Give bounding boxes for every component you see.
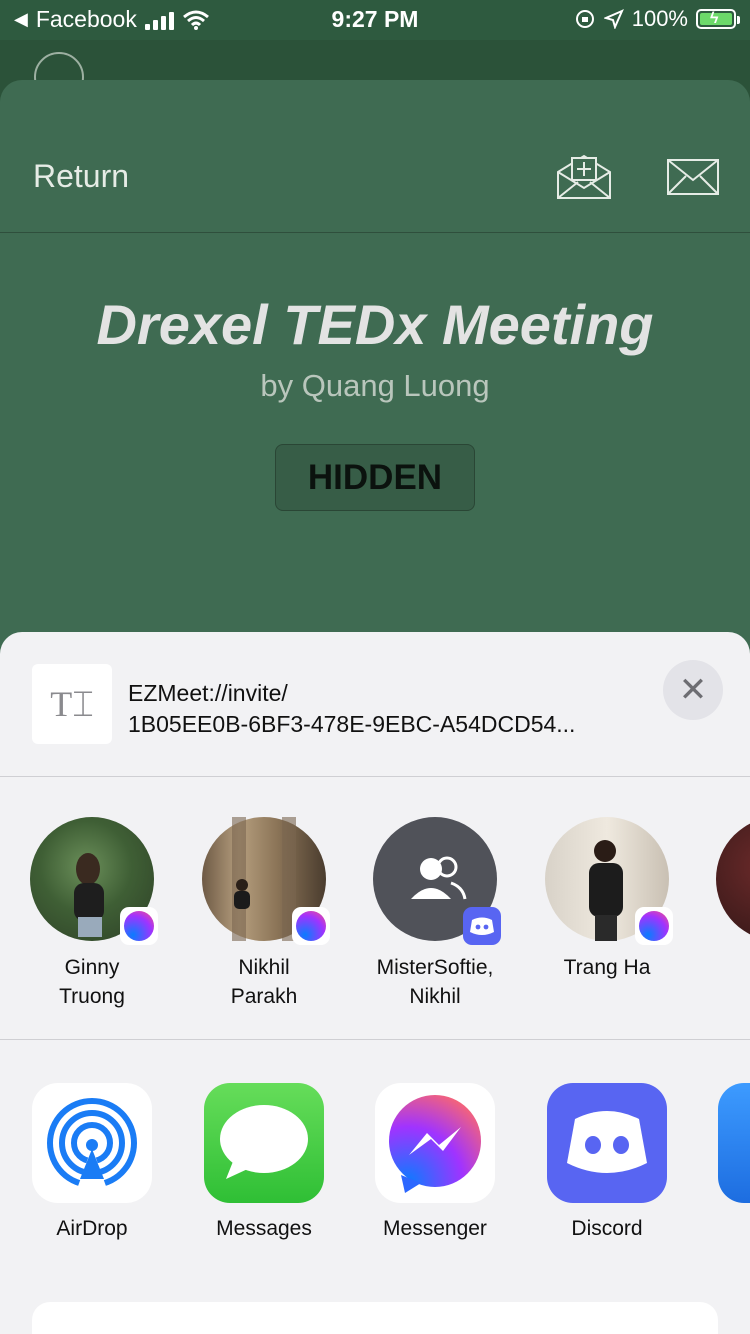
messenger-badge-icon <box>292 907 330 945</box>
share-header: T⌶ EZMeet://invite/ 1B05EE0B-6BF3-478E-9… <box>0 632 750 777</box>
share-apps-row[interactable]: AirDrop Messages Messenger Discord <box>0 1040 750 1334</box>
share-link: EZMeet://invite/ 1B05EE0B-6BF3-478E-9EBC… <box>128 678 628 740</box>
mail-icon[interactable] <box>666 152 722 200</box>
contact-mistersoftie-group[interactable]: MisterSoftie, Nikhil <box>349 817 521 1011</box>
app-label: Fa <box>692 1217 750 1241</box>
app-label: AirDrop <box>56 1217 128 1240</box>
suggested-contacts-row[interactable]: Ginny Truong Nikhil Parakh MisterSoftie,… <box>0 777 750 1040</box>
contact-name-line1: Ginny <box>64 956 120 979</box>
share-sheet: T⌶ EZMeet://invite/ 1B05EE0B-6BF3-478E-9… <box>0 632 750 1334</box>
contact-name-line2: Truong <box>59 985 125 1008</box>
status-bar: ◀ Facebook 9:27 PM 100% ϟ <box>0 0 750 40</box>
app-messages[interactable]: Messages <box>178 1083 350 1241</box>
app-discord[interactable]: Discord <box>521 1083 693 1241</box>
contact-name-line1: MisterSoftie, <box>376 956 494 979</box>
close-button[interactable]: ✕ <box>663 660 723 720</box>
close-icon: ✕ <box>678 671 708 709</box>
messenger-icon <box>375 1083 495 1203</box>
contact-nikhil-parakh[interactable]: Nikhil Parakh <box>178 817 350 1011</box>
contact-ginny-truong[interactable]: Ginny Truong <box>6 817 178 1011</box>
avatar <box>373 817 501 945</box>
meeting-card: Return Drexel TEDx Meeting by Quang Luon… <box>0 80 750 700</box>
actions-card[interactable] <box>32 1302 718 1334</box>
visibility-button[interactable]: HIDDEN <box>275 444 475 511</box>
avatar <box>30 817 158 945</box>
app-airdrop[interactable]: AirDrop <box>6 1083 178 1241</box>
discord-badge-icon <box>463 907 501 945</box>
contact-name-line2: Nikhil <box>409 985 461 1008</box>
location-icon <box>603 9 624 29</box>
contact-name-line1: Trang Ha <box>563 956 651 979</box>
meeting-author: by Quang Luong <box>260 368 490 403</box>
avatar <box>716 817 750 941</box>
app-label: Discord <box>571 1217 643 1240</box>
text-document-icon: T⌶ <box>32 664 112 744</box>
rotation-lock-icon <box>575 10 594 28</box>
avatar <box>545 817 673 945</box>
discord-icon <box>547 1083 667 1203</box>
contact-name-line1: Nikhil <box>238 956 290 979</box>
contact-trang-ha[interactable]: Trang Ha <box>521 817 693 982</box>
battery-percent: 100% <box>631 6 688 31</box>
airdrop-icon <box>32 1083 152 1203</box>
avatar <box>202 817 330 945</box>
return-button[interactable]: Return <box>33 158 129 195</box>
share-link-line1: EZMeet://invite/ <box>128 680 288 706</box>
messenger-badge-icon <box>635 907 673 945</box>
app-messenger[interactable]: Messenger <box>349 1083 521 1241</box>
battery-icon: ϟ <box>696 9 740 29</box>
contact-name-line2: Parakh <box>230 985 298 1008</box>
app-label: Messages <box>216 1217 312 1240</box>
app-label: Messenger <box>383 1217 487 1240</box>
card-header: Return <box>0 80 750 233</box>
app-partial[interactable]: Fa <box>692 1083 750 1241</box>
app-partial-icon <box>718 1083 750 1203</box>
messages-icon <box>204 1083 324 1203</box>
meeting-title: Drexel TEDx Meeting <box>96 293 654 356</box>
contact-partial[interactable] <box>692 817 750 941</box>
status-right: 100% ϟ <box>574 6 740 32</box>
add-invite-mail-icon[interactable] <box>556 152 612 200</box>
share-link-line2: 1B05EE0B-6BF3-478E-9EBC-A54DCD54... <box>128 711 576 737</box>
messenger-badge-icon <box>120 907 158 945</box>
